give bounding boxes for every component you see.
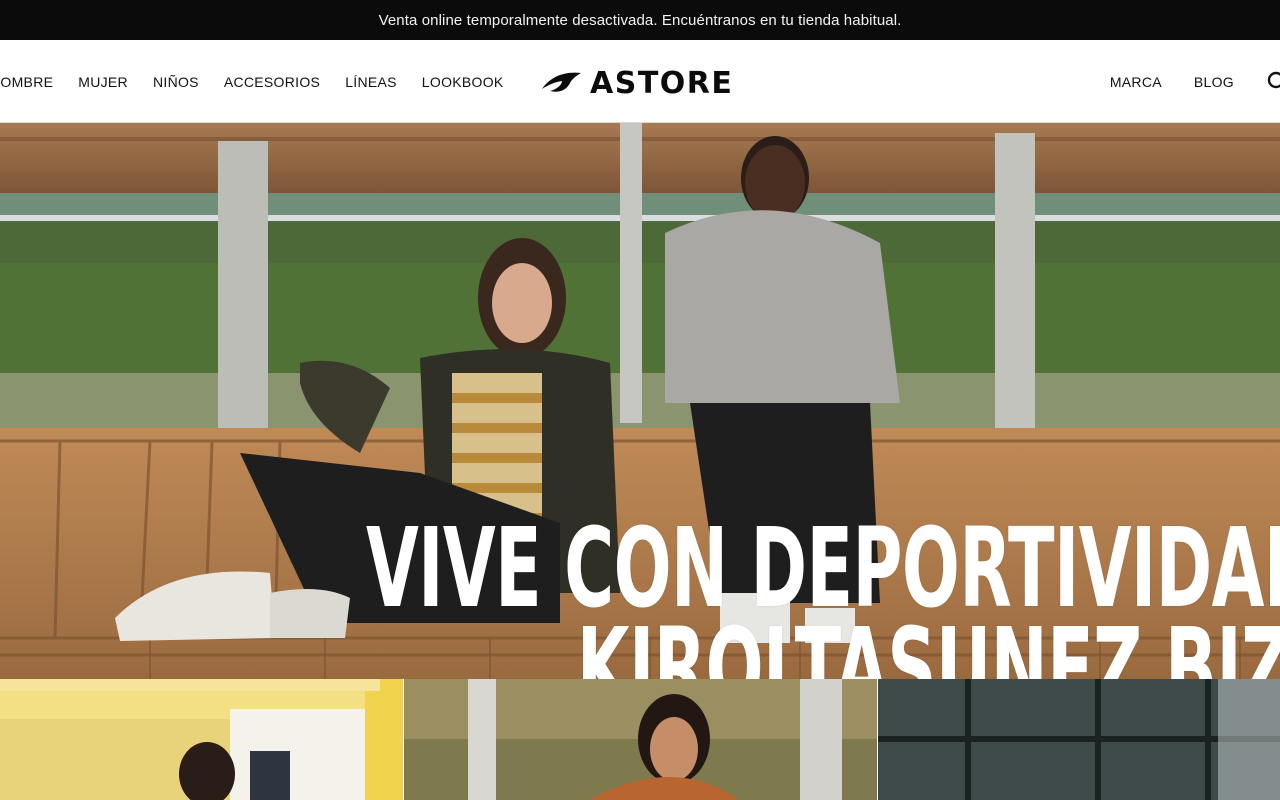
promo-image-2: [404, 679, 877, 800]
announcement-bar: Venta online temporalmente desactivada. …: [0, 0, 1280, 40]
astore-logo-icon: [542, 72, 581, 92]
nav-marca[interactable]: MARCA: [1110, 74, 1162, 90]
brand-name: ASTORE: [590, 65, 734, 101]
site-header: HOMBRE MUJER NIÑOS ACCESORIOS LÍNEAS LOO…: [0, 42, 1280, 123]
nav-accesorios[interactable]: ACCESORIOS: [224, 74, 320, 90]
nav-lineas[interactable]: LÍNEAS: [345, 74, 397, 90]
hero-headline: VIVE CON DEPORTIVIDAD KIROLTASUNEZ BIZI: [366, 504, 1280, 679]
search-button[interactable]: [1266, 70, 1280, 94]
secondary-nav: MARCA BLOG: [1110, 42, 1280, 122]
nav-hombre[interactable]: HOMBRE: [0, 74, 53, 90]
nav-blog[interactable]: BLOG: [1194, 74, 1234, 90]
brand-logo[interactable]: ASTORE: [540, 65, 734, 101]
nav-ninos[interactable]: NIÑOS: [153, 74, 199, 90]
promo-image-1: [0, 679, 403, 800]
announcement-text: Venta online temporalmente desactivada. …: [378, 11, 902, 29]
hero-headline-line2: KIROLTASUNEZ BIZI: [576, 604, 1280, 679]
hero-banner[interactable]: VIVE CON DEPORTIVIDAD KIROLTASUNEZ BIZI: [0, 123, 1280, 679]
promo-image-3: [878, 679, 1280, 800]
hero-headline-line1: VIVE CON DEPORTIVIDAD: [366, 504, 1280, 632]
main-nav: HOMBRE MUJER NIÑOS ACCESORIOS LÍNEAS LOO…: [0, 42, 529, 122]
promo-tile-3[interactable]: [878, 679, 1280, 800]
nav-lookbook[interactable]: LOOKBOOK: [422, 74, 504, 90]
promo-tile-2[interactable]: [404, 679, 877, 800]
nav-mujer[interactable]: MUJER: [78, 74, 128, 90]
promo-tile-1[interactable]: [0, 679, 403, 800]
search-icon: [1267, 71, 1280, 89]
